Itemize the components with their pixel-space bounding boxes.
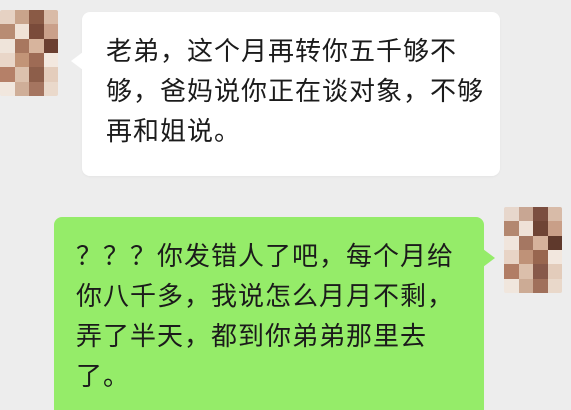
avatar-mosaic-pixel — [518, 221, 533, 236]
outgoing-message-bubble[interactable]: ？？？你发错人了吧，每个月给你八千多，我说怎么月月不剩，弄了半天，都到你弟弟那里… — [54, 217, 495, 410]
avatar-mosaic-pixel — [43, 24, 58, 39]
avatar-mosaic-pixel — [14, 38, 29, 53]
avatar-mosaic-pixel — [504, 221, 519, 236]
avatar-mosaic-pixel — [29, 67, 44, 82]
avatar-mosaic-pixel — [533, 207, 548, 222]
avatar-mosaic-pixel — [14, 10, 29, 25]
incoming-message-text: 老弟，这个月再转你五千够不够，爸妈说你正在谈对象，不够再和姐说。 — [106, 37, 485, 147]
avatar-mosaic-pixel — [533, 221, 548, 236]
bubble-tail — [483, 249, 495, 267]
contact-avatar[interactable] — [0, 10, 58, 96]
user-avatar[interactable] — [504, 207, 562, 293]
avatar-mosaic-pixel — [0, 67, 15, 82]
avatar-mosaic-pixel — [533, 278, 548, 293]
avatar-mosaic-pixel — [14, 24, 29, 39]
avatar-mosaic-pixel — [547, 235, 562, 250]
avatar-mosaic-pixel — [29, 81, 44, 96]
avatar-mosaic-pixel — [504, 207, 519, 222]
chat-screen: 老弟，这个月再转你五千够不够，爸妈说你正在谈对象，不够再和姐说。 ？？？你发错人… — [0, 0, 571, 410]
avatar-mosaic-pixel — [533, 235, 548, 250]
avatar-mosaic-pixel — [14, 52, 29, 68]
avatar-mosaic-pixel — [43, 81, 58, 96]
avatar-mosaic-pixel — [547, 207, 562, 222]
avatar-mosaic-pixel — [29, 24, 44, 39]
avatar-mosaic-pixel — [504, 278, 519, 293]
avatar-mosaic-pixel — [547, 249, 562, 265]
avatar-mosaic-pixel — [0, 52, 15, 68]
avatar-mosaic-pixel — [504, 264, 519, 279]
avatar-mosaic-pixel — [504, 235, 519, 250]
avatar-mosaic-pixel — [29, 38, 44, 53]
bubble-tail — [71, 52, 83, 70]
avatar-mosaic-pixel — [547, 221, 562, 236]
avatar-mosaic-pixel — [0, 10, 15, 25]
avatar-mosaic-pixel — [0, 24, 15, 39]
avatar-mosaic-pixel — [14, 81, 29, 96]
avatar-mosaic-pixel — [29, 10, 44, 25]
avatar-mosaic-pixel — [518, 278, 533, 293]
avatar-mosaic-pixel — [518, 235, 533, 250]
avatar-mosaic-pixel — [547, 264, 562, 279]
avatar-mosaic-pixel — [29, 52, 44, 68]
avatar-mosaic-pixel — [533, 249, 548, 265]
avatar-mosaic-pixel — [0, 38, 15, 53]
outgoing-message-text: ？？？你发错人了吧，每个月给你八千多，我说怎么月月不剩，弄了半天，都到你弟弟那里… — [76, 242, 455, 392]
avatar-mosaic-pixel — [518, 249, 533, 265]
avatar-mosaic-pixel — [0, 81, 15, 96]
avatar-mosaic-pixel — [533, 264, 548, 279]
incoming-message-bubble[interactable]: 老弟，这个月再转你五千够不够，爸妈说你正在谈对象，不够再和姐说。 — [71, 12, 500, 176]
avatar-mosaic-pixel — [43, 67, 58, 82]
avatar-mosaic-pixel — [547, 278, 562, 293]
avatar-mosaic-pixel — [43, 52, 58, 68]
avatar-mosaic-pixel — [43, 38, 58, 53]
avatar-mosaic-pixel — [14, 67, 29, 82]
avatar-mosaic-pixel — [518, 207, 533, 222]
avatar-mosaic-pixel — [518, 264, 533, 279]
avatar-mosaic-pixel — [43, 10, 58, 25]
avatar-mosaic-pixel — [504, 249, 519, 265]
